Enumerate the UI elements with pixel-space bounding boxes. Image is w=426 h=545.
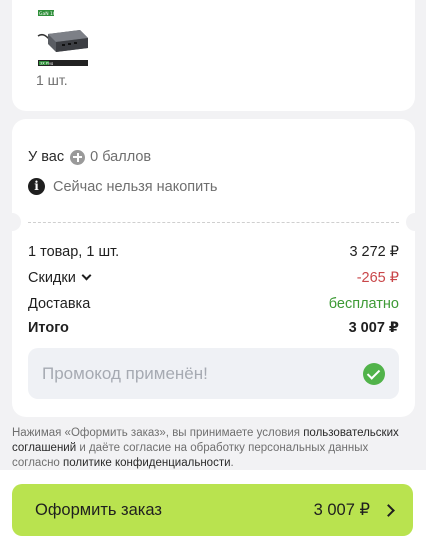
points-info-text: Сейчас нельзя накопить (53, 178, 218, 195)
product-quantity: 1 шт. (36, 72, 68, 88)
points-plus-icon (70, 149, 86, 165)
svg-text:GaN 100W: GaN 100W (39, 11, 64, 17)
svg-text:3X Plug: 3X Plug (40, 62, 53, 66)
chevron-right-icon (382, 503, 395, 517)
ticket-notch-left (3, 213, 21, 231)
discount-label: Скидки (28, 270, 76, 286)
checkout-label: Оформить заказ (35, 500, 162, 519)
delivery-value: бесплатно (328, 296, 399, 312)
discount-row[interactable]: Скидки -265 ₽ (28, 270, 399, 286)
points-info-row: i Сейчас нельзя накопить (28, 178, 399, 195)
points-row: У вас 0 баллов (28, 149, 399, 165)
total-label: Итого (28, 320, 69, 336)
discount-toggle[interactable]: Скидки (28, 270, 357, 286)
check-circle-icon (363, 362, 385, 385)
points-prefix: У вас (28, 149, 65, 165)
ticket-notch-right (406, 213, 424, 231)
chevron-down-icon (81, 270, 92, 281)
items-row: 1 товар, 1 шт. 3 272 ₽ (28, 244, 399, 260)
total-value: 3 007 ₽ (348, 320, 399, 336)
delivery-label: Доставка (28, 296, 91, 312)
product-card: GaN 100W 3X Plug 1 шт. (12, 0, 415, 111)
items-value: 3 272 ₽ (349, 244, 399, 260)
legal-text-1: Нажимая «Оформить заказ», вы принимаете … (12, 427, 304, 439)
legal-notice: Нажимая «Оформить заказ», вы принимаете … (12, 426, 412, 471)
privacy-policy-link[interactable]: политике конфиденциальности (63, 457, 231, 469)
legal-text-3: . (230, 457, 234, 469)
total-row: Итого 3 007 ₽ (28, 320, 399, 336)
info-icon[interactable]: i (28, 178, 45, 195)
promo-code-field[interactable] (28, 348, 399, 399)
charger-product-image[interactable]: GaN 100W 3X Plug (36, 8, 90, 68)
promo-code-input[interactable] (42, 363, 363, 384)
checkout-price: 3 007 ₽ (313, 501, 370, 519)
checkout-button[interactable]: Оформить заказ 3 007 ₽ (12, 484, 413, 536)
discount-value: -265 ₽ (356, 270, 399, 286)
dashed-divider (28, 222, 399, 223)
items-label: 1 товар, 1 шт. (28, 244, 120, 260)
points-count: 0 баллов (90, 149, 152, 165)
order-summary-card: У вас 0 баллов i Сейчас нельзя накопить … (3, 119, 424, 417)
delivery-row: Доставка бесплатно (28, 296, 399, 312)
